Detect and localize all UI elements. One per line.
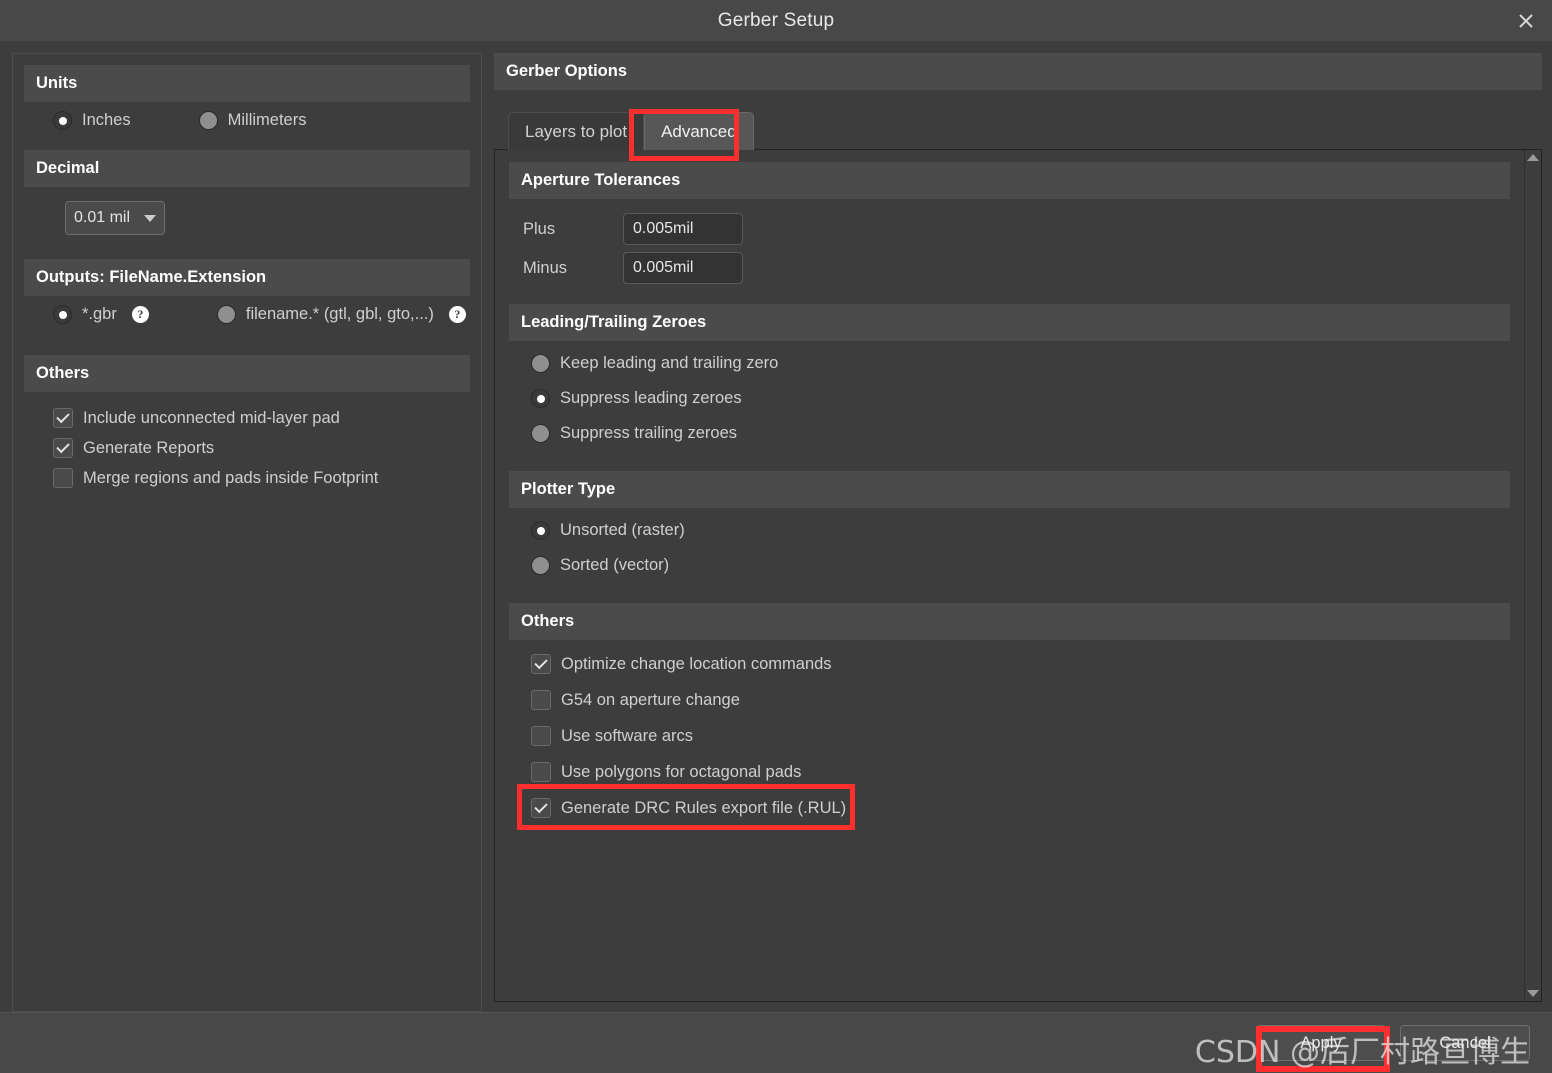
dialog-footer: Apply Cancel CSDN @后厂村路亘博生 [0,1012,1552,1073]
plotter-option-1-label: Sorted (vector) [560,556,670,574]
apply-button[interactable]: Apply [1256,1025,1386,1061]
left-others-item-0-label: Include unconnected mid-layer pad [83,408,340,427]
advanced-options-content: Aperture Tolerances Plus 0.005mil Minus … [495,150,1524,1001]
units-option-millimeters-label: Millimeters [227,111,307,129]
left-others-group-header: Others [24,355,470,392]
zeroes-option-1-label: Suppress leading zeroes [560,389,742,407]
right-others-item-2[interactable]: Use software arcs [509,718,1510,754]
right-others-header: Others [509,603,1510,640]
aperture-plus-input[interactable]: 0.005mil [623,213,743,245]
aperture-tolerances-header: Aperture Tolerances [509,162,1510,199]
right-others-item-0[interactable]: Optimize change location commands [509,640,1510,682]
zeroes-option-0[interactable]: Keep leading and trailing zero [509,341,1510,381]
radio-inches-icon[interactable] [53,111,72,130]
help-icon-filename[interactable]: ? [448,306,466,323]
window-title: Gerber Setup [717,9,835,31]
aperture-minus-row: Minus 0.005mil [509,245,1510,284]
plotter-type-header: Plotter Type [509,471,1510,508]
scroll-down-arrow-icon[interactable] [1527,990,1539,997]
units-group-header: Units [24,65,470,102]
checkbox-merge-regions-and-pads-icon[interactable] [53,468,73,488]
right-others-item-4-label: Generate DRC Rules export file (.RUL) [561,798,847,817]
left-others-item-1-label: Generate Reports [83,438,215,457]
aperture-minus-label: Minus [523,258,568,277]
aperture-minus-input[interactable]: 0.005mil [623,252,743,284]
tab-layers-to-plot-label: Layers to plot [525,122,628,141]
options-vertical-scrollbar[interactable] [1524,150,1541,1001]
leading-trailing-zeroes-header: Leading/Trailing Zeroes [509,304,1510,341]
gerber-options-tabstrip: Layers to plot Advanced [494,104,1542,161]
radio-gbr-icon[interactable] [53,305,72,324]
gerber-options-header: Gerber Options [494,53,1542,90]
plotter-option-0[interactable]: Unsorted (raster) [509,508,1510,548]
close-icon [1519,13,1533,28]
dialog-body: Units Inches Millimeters Decimal 0.01 mi… [0,41,1552,1012]
right-others-item-2-label: Use software arcs [561,726,694,745]
tab-advanced-label: Advanced [661,122,737,141]
outputs-option-gbr-label: *.gbr [82,305,117,323]
units-option-millimeters[interactable]: Millimeters [198,111,307,130]
right-others-item-4[interactable]: Generate DRC Rules export file (.RUL) [509,790,1510,826]
outputs-group-header: Outputs: FileName.Extension [24,259,470,296]
aperture-plus-label: Plus [523,219,556,238]
cancel-button-label: Cancel [1439,1033,1491,1052]
decimal-group-header: Decimal [24,150,470,187]
radio-millimeters-icon[interactable] [198,111,218,130]
zeroes-option-2[interactable]: Suppress trailing zeroes [509,416,1510,451]
gerber-setup-dialog: Gerber Setup Units Inches Millimeters De… [0,0,1552,1073]
tab-layers-to-plot[interactable]: Layers to plot [508,112,645,150]
radio-suppress-leading-zeroes-icon[interactable] [531,389,550,408]
checkbox-optimize-change-location-commands-icon[interactable] [531,654,551,674]
plotter-option-1[interactable]: Sorted (vector) [509,548,1510,583]
help-icon-gbr[interactable]: ? [131,306,149,323]
aperture-plus-row: Plus 0.005mil [509,199,1510,245]
checkbox-use-software-arcs-icon[interactable] [531,726,551,746]
checkbox-g54-on-aperture-change-icon[interactable] [531,690,551,710]
checkbox-use-polygons-for-octagonal-pads-icon[interactable] [531,762,551,782]
scroll-up-arrow-icon[interactable] [1527,154,1539,161]
units-options-row: Inches Millimeters [13,102,481,139]
outputs-option-filename-label: filename.* (gtl, gbl, gto,...) [245,305,434,323]
checkbox-generate-drc-rules-export-file-icon[interactable] [531,798,551,818]
chevron-down-icon [144,214,156,222]
cancel-button[interactable]: Cancel [1400,1025,1530,1061]
left-others-item-2-label: Merge regions and pads inside Footprint [83,468,379,487]
apply-button-label: Apply [1300,1033,1342,1052]
left-others-item-1[interactable]: Generate Reports [13,428,481,458]
decimal-precision-dropdown[interactable]: 0.01 mil [65,201,165,235]
checkbox-include-unconnected-mid-layer-pad-icon[interactable] [53,408,73,428]
left-settings-pane: Units Inches Millimeters Decimal 0.01 mi… [12,53,482,1012]
outputs-option-gbr[interactable]: *.gbr ? [53,305,149,324]
radio-keep-leading-and-trailing-zero-icon[interactable] [531,354,550,373]
advanced-options-panel: Aperture Tolerances Plus 0.005mil Minus … [494,149,1542,1002]
right-others-item-1[interactable]: G54 on aperture change [509,682,1510,718]
title-bar: Gerber Setup [0,0,1552,41]
radio-unsorted-raster-icon[interactable] [531,521,550,540]
zeroes-option-1[interactable]: Suppress leading zeroes [509,381,1510,416]
decimal-precision-value: 0.01 mil [74,209,131,226]
radio-suppress-trailing-zeroes-icon[interactable] [531,424,550,443]
tab-advanced[interactable]: Advanced [644,112,754,150]
right-others-item-0-label: Optimize change location commands [561,654,832,673]
gerber-options-pane: Gerber Options Layers to plot Advanced A… [494,53,1542,1012]
outputs-options-row: *.gbr ? filename.* (gtl, gbl, gto,...) ? [13,296,481,333]
right-others-item-3-label: Use polygons for octagonal pads [561,762,802,781]
radio-sorted-vector-icon[interactable] [531,556,550,575]
plotter-option-0-label: Unsorted (raster) [560,521,685,539]
left-others-item-0[interactable]: Include unconnected mid-layer pad [13,392,481,428]
zeroes-option-0-label: Keep leading and trailing zero [560,354,779,372]
units-option-inches-label: Inches [82,111,131,129]
zeroes-option-2-label: Suppress trailing zeroes [560,424,738,442]
right-others-item-3[interactable]: Use polygons for octagonal pads [509,754,1510,790]
outputs-option-filename[interactable]: filename.* (gtl, gbl, gto,...) ? [216,305,466,324]
right-others-item-1-label: G54 on aperture change [561,690,740,709]
left-others-item-2[interactable]: Merge regions and pads inside Footprint [13,458,481,488]
checkbox-generate-reports-icon[interactable] [53,438,73,458]
units-option-inches[interactable]: Inches [53,111,131,130]
close-button[interactable] [1500,0,1552,41]
radio-filename-icon[interactable] [216,305,236,324]
